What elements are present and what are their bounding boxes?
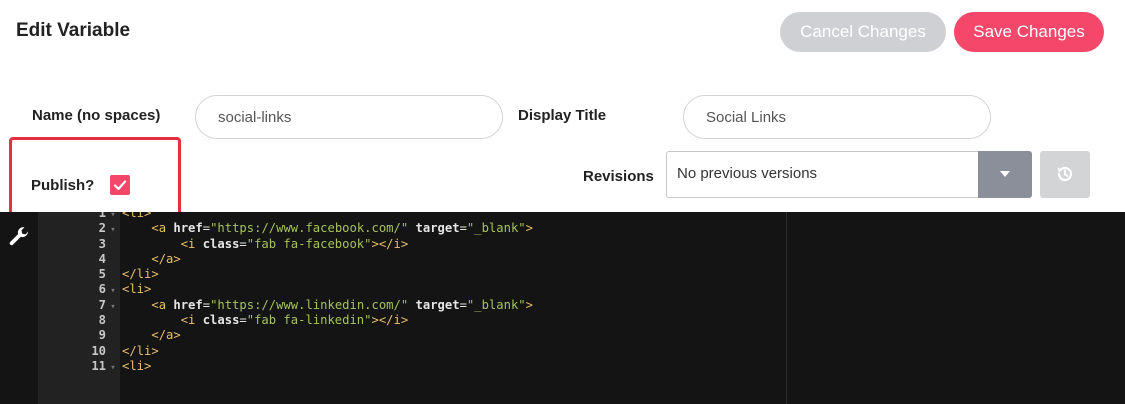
- code-token: =: [239, 236, 247, 251]
- code-token: </a>: [151, 251, 181, 266]
- code-token: <a: [151, 297, 174, 312]
- code-token: </a>: [151, 328, 181, 343]
- code-line[interactable]: 9 </a>: [38, 328, 1125, 343]
- code-text: </li>: [122, 267, 159, 282]
- code-editor[interactable]: 1 ▾ <li> 2 ▾ <a href="https://www.facebook.c…: [0, 212, 1125, 404]
- line-number: 11: [91, 358, 106, 373]
- revisions-dropdown-button[interactable]: [978, 151, 1032, 198]
- code-token: href: [173, 221, 203, 236]
- code-text: </a>: [122, 251, 181, 267]
- fold-toggle-icon[interactable]: ▾: [106, 361, 120, 376]
- code-token: =: [202, 221, 211, 236]
- line-number: 4: [98, 251, 106, 266]
- checkmark-icon: [113, 180, 127, 191]
- code-line[interactable]: 10 </li>: [38, 344, 1125, 359]
- code-lines[interactable]: 1 ▾ <li> 2 ▾ <a href="https://www.facebook.c…: [38, 212, 1125, 374]
- publish-checkbox[interactable]: [110, 175, 130, 195]
- code-token: target: [415, 221, 460, 236]
- code-line[interactable]: 3 <i class="fab fa-facebook"></i>: [38, 237, 1125, 252]
- code-token: =: [459, 221, 467, 236]
- code-token: </li>: [122, 343, 159, 358]
- editor-toolbar: [0, 212, 38, 404]
- line-number: 7: [98, 297, 106, 312]
- code-token: <a: [151, 221, 174, 236]
- line-number: 8: [98, 313, 106, 328]
- code-token: >: [525, 221, 533, 236]
- code-token: <li>: [122, 212, 152, 220]
- code-token: "https://www.linkedin.com/": [210, 297, 409, 312]
- code-line[interactable]: 1 ▾ <li>: [38, 212, 1125, 221]
- wrench-icon[interactable]: [7, 226, 31, 250]
- display-title-input[interactable]: [683, 95, 991, 139]
- publish-label: Publish?: [31, 177, 95, 194]
- cancel-changes-button[interactable]: Cancel Changes: [780, 12, 946, 52]
- display-title-label: Display Title: [518, 107, 607, 124]
- page-title: Edit Variable: [16, 20, 131, 41]
- code-line[interactable]: 2 ▾ <a href="https://www.facebook.com/" t…: [38, 221, 1125, 236]
- code-token: "_blank": [466, 297, 526, 312]
- code-token: >: [525, 297, 533, 312]
- code-token: class: [202, 313, 240, 328]
- revisions-label: Revisions: [583, 168, 654, 185]
- code-text: <i class="fab fa-facebook"></i>: [122, 237, 408, 252]
- caret-down-icon: [1000, 171, 1010, 177]
- code-line[interactable]: 6 ▾ <li>: [38, 282, 1125, 297]
- code-token: <i: [180, 313, 203, 328]
- code-line[interactable]: 7 ▾ <a href="https://www.linkedin.com/" t…: [38, 298, 1125, 313]
- code-text: </li>: [122, 344, 159, 359]
- line-number: 10: [91, 343, 106, 358]
- code-line[interactable]: 11 ▾ <li>: [38, 359, 1125, 374]
- code-token: =: [459, 297, 467, 312]
- code-text: <li>: [122, 359, 151, 374]
- history-restore-icon: [1057, 166, 1073, 182]
- code-token: "fab fa-linkedin": [246, 313, 372, 328]
- code-token: </li>: [122, 267, 159, 282]
- code-text: <a href="https://www.linkedin.com/" targ…: [122, 298, 533, 313]
- code-token: <i: [180, 236, 203, 251]
- line-number: 6: [98, 282, 106, 297]
- name-input[interactable]: [195, 95, 503, 139]
- code-token: ></i>: [371, 236, 409, 251]
- code-token: href: [173, 297, 203, 312]
- code-token: <li>: [122, 358, 152, 373]
- code-token: =: [202, 297, 211, 312]
- code-token: "https://www.facebook.com/": [210, 221, 409, 236]
- code-token: class: [202, 236, 240, 251]
- code-token: ></i>: [371, 313, 409, 328]
- code-line[interactable]: 5 </li>: [38, 267, 1125, 282]
- line-number: 2: [98, 221, 106, 236]
- code-token: <li>: [122, 282, 152, 297]
- revisions-select[interactable]: No previous versions: [666, 151, 978, 198]
- restore-revision-button[interactable]: [1040, 151, 1090, 198]
- line-number: 1: [98, 212, 106, 220]
- code-text: <li>: [122, 212, 151, 221]
- code-text: </a>: [122, 328, 181, 343]
- save-changes-button[interactable]: Save Changes: [954, 12, 1104, 52]
- name-label: Name (no spaces): [32, 107, 161, 124]
- code-line[interactable]: 4 </a>: [38, 252, 1125, 267]
- code-line[interactable]: 8 <i class="fab fa-linkedin"></i>: [38, 313, 1125, 328]
- line-number: 9: [98, 328, 106, 343]
- code-token: "_blank": [466, 221, 526, 236]
- code-text: <a href="https://www.facebook.com/" targ…: [122, 221, 533, 236]
- code-text: <i class="fab fa-linkedin"></i>: [122, 313, 408, 328]
- code-text: <li>: [122, 282, 151, 297]
- line-number: 5: [98, 267, 106, 282]
- line-number: 3: [98, 236, 106, 251]
- code-token: =: [239, 313, 247, 328]
- code-token: target: [415, 297, 460, 312]
- code-token: "fab fa-facebook": [246, 236, 372, 251]
